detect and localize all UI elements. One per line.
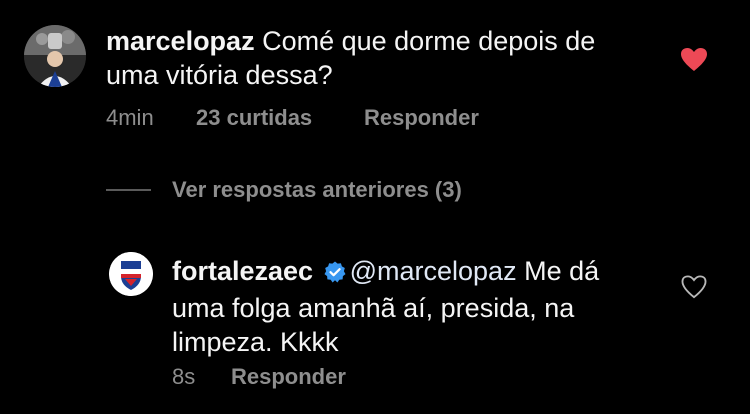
reply-mention[interactable]: @marcelopaz [350, 256, 517, 286]
comment-username[interactable]: marcelopaz [106, 26, 255, 56]
reply-like-button[interactable] [681, 275, 707, 299]
comment-text-line1: Comé que dorme depois de [262, 26, 596, 56]
view-replies-label[interactable]: Ver respostas anteriores (3) [172, 177, 462, 203]
reply-time: 8s [172, 364, 196, 389]
comment-time: 4min [106, 105, 154, 130]
club-crest-icon [109, 252, 153, 296]
reply-text-line1: Me dá [516, 256, 600, 286]
reply-avatar[interactable] [109, 252, 153, 296]
comment-likes-count[interactable]: 23 curtidas [196, 105, 312, 131]
replies-divider-line [106, 189, 151, 191]
comment-text-line2: uma vitória dessa? [106, 60, 333, 90]
reply-text-line2: uma folga amanhã aí, presida, na [172, 293, 575, 323]
heart-filled-icon [681, 48, 707, 71]
reply-text-line3: limpeza. Kkkk [172, 327, 339, 357]
comment-meta: 4min 23 curtidas Responder [106, 105, 606, 133]
like-button[interactable] [680, 47, 708, 73]
reply-reply-button[interactable]: Responder [231, 364, 346, 390]
comment-reply-button[interactable]: Responder [364, 105, 479, 131]
verified-badge-icon [324, 257, 346, 291]
avatar[interactable] [24, 25, 86, 87]
reply-meta: 8s Responder [172, 364, 472, 392]
reply-username[interactable]: fortalezaec [172, 256, 313, 286]
avatar-photo-icon [24, 25, 86, 87]
reply-body: fortalezaec @marcelopaz Me dá uma folga … [172, 254, 692, 359]
heart-outline-icon [681, 275, 707, 299]
comment-body: marcelopaz Comé que dorme depois de uma … [106, 24, 666, 92]
